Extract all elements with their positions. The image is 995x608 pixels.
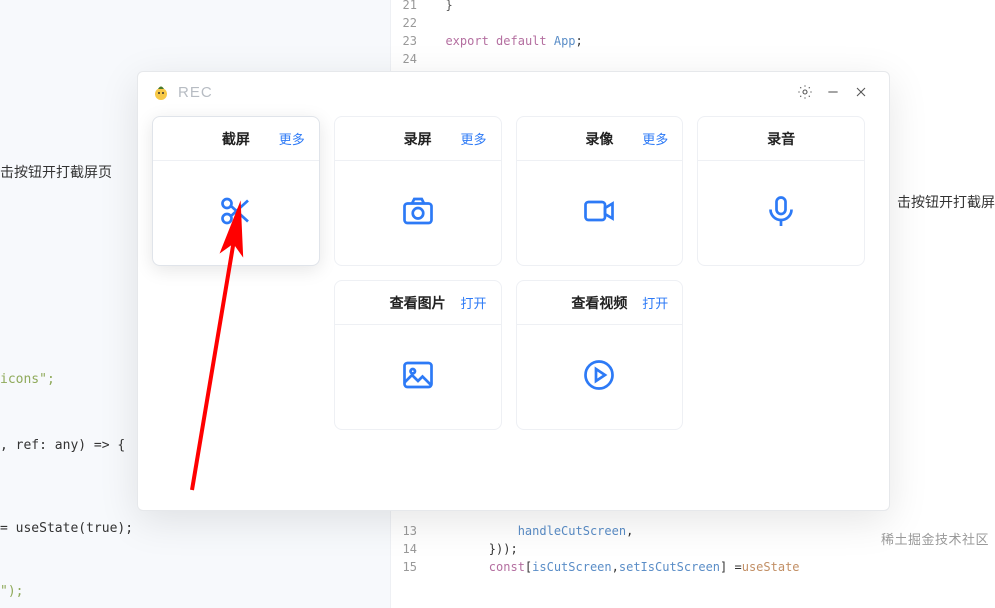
card-title: 查看图片: [390, 293, 446, 313]
card-title: 查看视频: [571, 293, 627, 313]
empty-cell: [697, 280, 865, 430]
instruction-text-right: 击按钮开打截屏: [897, 192, 995, 212]
card-view-videos[interactable]: 查看视频 打开: [516, 280, 684, 430]
play-icon: [581, 357, 617, 398]
titlebar: REC: [138, 72, 889, 112]
empty-cell: [152, 280, 320, 430]
card-open-link[interactable]: 打开: [460, 293, 486, 312]
minimize-icon[interactable]: [819, 78, 847, 106]
card-title: 截屏: [222, 129, 250, 149]
camera-icon: [400, 193, 436, 234]
scissors-icon: [218, 193, 254, 234]
card-video-record[interactable]: 录像 更多: [516, 116, 684, 266]
cards-grid: 截屏 更多 录屏 更多 录像 更多: [138, 112, 889, 510]
app-logo-icon: [152, 83, 170, 101]
close-icon[interactable]: [847, 78, 875, 106]
card-title: 录音: [767, 129, 795, 149]
card-more-link[interactable]: 更多: [279, 129, 305, 148]
code-editor-top: 21 } 22 23 export default App; 24: [391, 0, 995, 68]
card-audio-record[interactable]: 录音: [697, 116, 865, 266]
card-more-link[interactable]: 更多: [460, 129, 486, 148]
video-icon: [581, 193, 617, 234]
code-fragment: ");: [0, 584, 382, 599]
card-view-images[interactable]: 查看图片 打开: [334, 280, 502, 430]
rec-app-window: REC 截屏 更多 录屏 更多: [137, 71, 890, 511]
app-title: REC: [178, 84, 213, 101]
card-title: 录像: [585, 129, 613, 149]
card-screen-record[interactable]: 录屏 更多: [334, 116, 502, 266]
mic-icon: [763, 193, 799, 234]
card-more-link[interactable]: 更多: [642, 129, 668, 148]
code-fragment: = useState(true);: [0, 521, 382, 536]
card-open-link[interactable]: 打开: [642, 293, 668, 312]
image-icon: [400, 357, 436, 398]
card-title: 录屏: [404, 129, 432, 149]
watermark-text: 稀土掘金技术社区: [881, 529, 989, 548]
card-screenshot[interactable]: 截屏 更多: [152, 116, 320, 266]
settings-icon[interactable]: [791, 78, 819, 106]
